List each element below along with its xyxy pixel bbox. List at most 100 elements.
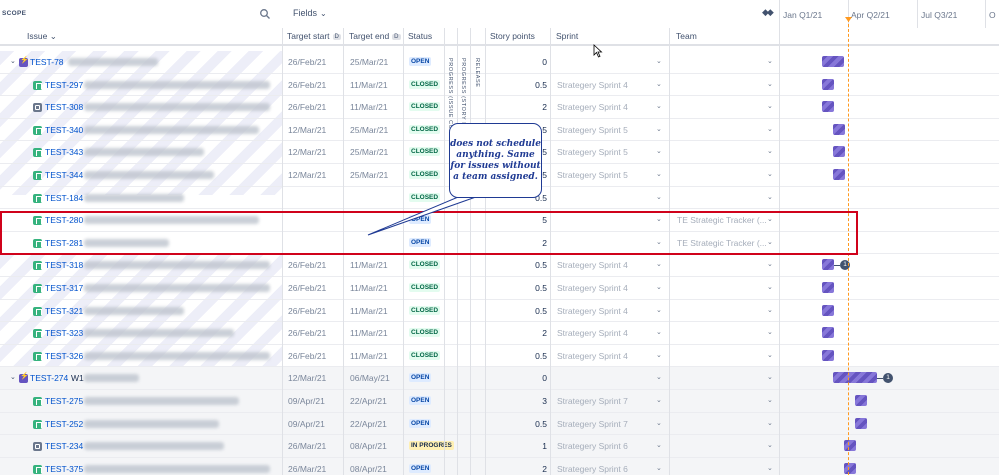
story-points-header[interactable]: Story points [490, 31, 535, 41]
table-row[interactable]: TEST-275 09/Apr/21 22/Apr/21 OPEN 3 Strateger… [0, 390, 999, 413]
chevron-down-icon[interactable]: ⌄ [656, 306, 662, 314]
issue-key-link[interactable]: TEST-234 [45, 441, 83, 451]
chevron-down-icon[interactable]: ⌄ [656, 260, 662, 268]
target-start-value[interactable]: 12/Mar/21 [288, 125, 326, 135]
issue-key-link[interactable]: TEST-184 [45, 193, 83, 203]
dependency-count-badge[interactable]: 1 [883, 373, 893, 384]
status-badge[interactable]: IN PROGRES [409, 441, 454, 451]
issue-key-link[interactable]: TEST-326 [45, 351, 83, 361]
issue-key-link[interactable]: TEST-343 [45, 147, 83, 157]
target-end-header[interactable]: Target end D [349, 31, 401, 41]
chevron-down-icon[interactable]: ⌄ [656, 328, 662, 336]
timeline-bar[interactable] [833, 146, 845, 158]
sprint-value[interactable]: Strategery Sprint 7 [557, 419, 628, 429]
table-row[interactable]: TEST-252 09/Apr/21 22/Apr/21 OPEN 0.5 Strateg… [0, 412, 999, 436]
issue-key-link[interactable]: TEST-78 [30, 57, 64, 67]
chevron-down-icon[interactable]: ⌄ [767, 283, 773, 291]
timeline-bar[interactable] [822, 56, 844, 67]
chevron-down-icon[interactable]: ⌄ [767, 419, 773, 427]
target-end-value[interactable]: 22/Apr/21 [350, 419, 387, 429]
status-badge[interactable]: CLOSED [409, 147, 441, 157]
issue-key-link[interactable]: TEST-323 [45, 328, 83, 338]
status-badge[interactable]: CLOSED [409, 283, 441, 292]
target-start-value[interactable]: 12/Mar/21 [288, 170, 326, 180]
status-badge[interactable]: CLOSED [409, 328, 441, 338]
table-row[interactable]: TEST-321 26/Feb/21 11/Mar/21 CLOSED 0.5 Strat… [0, 300, 999, 323]
chevron-down-icon[interactable]: ⌄ [10, 373, 16, 381]
chevron-down-icon[interactable]: ⌄ [767, 193, 773, 201]
table-row[interactable]: TEST-323 26/Feb/21 11/Mar/21 CLOSED 2 Strateg… [0, 322, 999, 345]
story-points-value[interactable]: 1 [542, 441, 547, 451]
timeline-bar[interactable] [822, 349, 834, 361]
target-end-value[interactable]: 11/Mar/21 [350, 328, 388, 338]
status-badge[interactable]: CLOSED [409, 170, 441, 179]
target-end-value[interactable]: 11/Mar/21 [350, 283, 388, 293]
sprint-value[interactable]: Strategery Sprint 4 [557, 283, 628, 293]
timeline-bar[interactable] [833, 169, 845, 180]
sprint-value[interactable]: Strategery Sprint 6 [557, 464, 628, 474]
issue-key-link[interactable]: TEST-308 [45, 102, 83, 112]
target-end-value[interactable]: 25/Mar/21 [350, 170, 388, 180]
table-row[interactable]: ⌄ TEST-78 26/Feb/21 25/Mar/21 OPEN 0 ⌄ ⌄ [0, 51, 999, 74]
target-end-value[interactable]: 11/Mar/21 [350, 260, 388, 270]
target-start-value[interactable]: 26/Feb/21 [288, 57, 326, 67]
table-row[interactable]: TEST-326 26/Feb/21 11/Mar/21 CLOSED 0.5 Strat… [0, 345, 999, 368]
table-row[interactable]: TEST-234 26/Mar/21 08/Apr/21 IN PROGRES 1 Str… [0, 435, 999, 458]
sprint-value[interactable]: Strategery Sprint 4 [557, 80, 628, 90]
sprint-value[interactable]: Strategery Sprint 5 [557, 147, 628, 157]
target-end-value[interactable]: 22/Apr/21 [350, 396, 387, 406]
sprint-value[interactable]: Strategery Sprint 4 [557, 306, 628, 316]
sprint-value[interactable]: Strategery Sprint 5 [557, 125, 628, 135]
timeline-bar[interactable] [844, 440, 856, 452]
chevron-down-icon[interactable]: ⌄ [767, 306, 773, 314]
chevron-down-icon[interactable]: ⌄ [767, 328, 773, 336]
timeline-bar[interactable] [822, 101, 834, 113]
story-points-value[interactable]: 0.5 [535, 260, 547, 270]
target-start-header[interactable]: Target start D [287, 31, 341, 41]
table-row[interactable]: TEST-317 26/Feb/21 11/Mar/21 CLOSED 0.5 Strat… [0, 277, 999, 300]
table-row[interactable]: ⌄ TEST-274W1 12/Mar/21 06/May/21 OPEN 0 ⌄ ⌄ 1 [0, 367, 999, 390]
target-start-value[interactable]: 09/Apr/21 [288, 396, 325, 406]
status-badge[interactable]: CLOSED [409, 350, 441, 360]
target-end-value[interactable]: 25/Mar/21 [350, 57, 388, 67]
status-badge[interactable]: OPEN [409, 418, 432, 428]
target-end-value[interactable]: 25/Mar/21 [350, 125, 388, 135]
chevron-down-icon[interactable]: ⌄ [656, 147, 662, 155]
timeline-bar[interactable] [844, 462, 856, 474]
chevron-down-icon[interactable]: ⌄ [10, 57, 16, 65]
status-badge[interactable]: CLOSED [409, 102, 441, 112]
chevron-down-icon[interactable]: ⌄ [656, 57, 662, 65]
sprint-value[interactable]: Strategery Sprint 4 [557, 102, 628, 112]
story-points-value[interactable]: 0.5 [535, 80, 547, 90]
timeline-bar[interactable] [822, 327, 834, 339]
target-start-value[interactable]: 26/Feb/21 [288, 260, 326, 270]
issue-key-link[interactable]: TEST-252 [45, 419, 83, 429]
issue-key-link[interactable]: TEST-321 [45, 306, 83, 316]
issue-key-link[interactable]: TEST-274 [30, 373, 68, 383]
timeline-bar[interactable] [822, 304, 834, 316]
status-badge[interactable]: CLOSED [409, 124, 441, 134]
issue-key-link[interactable]: TEST-318 [45, 260, 83, 270]
collapse-columns-icon[interactable]: ◆◆ [762, 7, 774, 18]
chevron-down-icon[interactable]: ⌄ [656, 351, 662, 359]
table-row[interactable]: TEST-308 26/Feb/21 11/Mar/21 CLOSED 2 Strateg… [0, 96, 999, 119]
chevron-down-icon[interactable]: ⌄ [656, 80, 662, 88]
target-end-value[interactable]: 11/Mar/21 [350, 80, 388, 90]
target-end-value[interactable]: 06/May/21 [350, 373, 390, 383]
chevron-down-icon[interactable]: ⌄ [656, 283, 662, 291]
chevron-down-icon[interactable]: ⌄ [767, 260, 773, 268]
status-badge[interactable]: OPEN [409, 463, 432, 473]
target-start-value[interactable]: 26/Feb/21 [288, 328, 326, 338]
target-start-value[interactable]: 09/Apr/21 [288, 419, 325, 429]
team-header[interactable]: Team [676, 31, 697, 41]
issue-key-link[interactable]: TEST-375 [45, 464, 83, 474]
status-badge[interactable]: CLOSED [409, 305, 441, 315]
chevron-down-icon[interactable]: ⌄ [656, 102, 662, 110]
search-icon[interactable] [259, 8, 271, 20]
story-points-value[interactable]: 2 [542, 464, 547, 474]
status-badge[interactable]: CLOSED [409, 79, 441, 89]
issue-key-link[interactable]: TEST-297 [45, 80, 83, 90]
chevron-down-icon[interactable]: ⌄ [656, 396, 662, 404]
chevron-down-icon[interactable]: ⌄ [767, 170, 773, 178]
story-points-value[interactable]: 0.5 [535, 306, 547, 316]
